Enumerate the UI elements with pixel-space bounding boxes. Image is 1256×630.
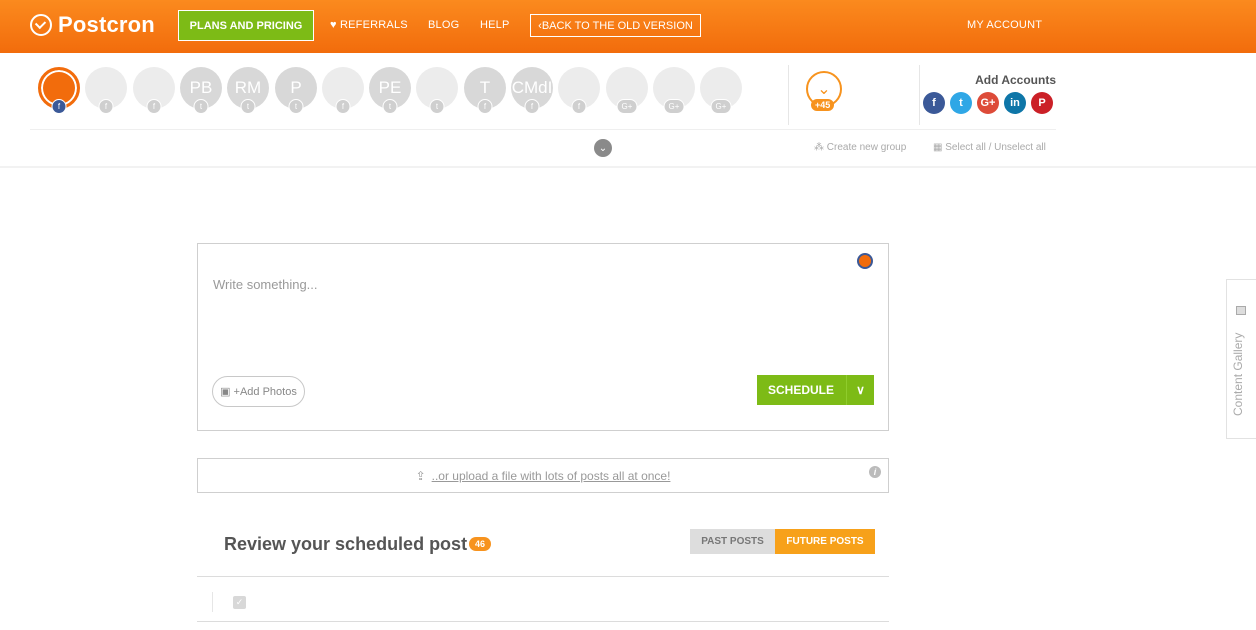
group-icon: ⁂ (814, 142, 824, 153)
back-to-old-version-button[interactable]: ‹ BACK TO THE OLD VERSION (530, 14, 701, 37)
bulk-upload-bar[interactable]: ⇪ ..or upload a file with lots of posts … (197, 458, 889, 493)
network-badge: G+ (710, 99, 732, 114)
divider (919, 65, 920, 125)
network-badge: f (477, 99, 493, 114)
back-label: BACK TO THE OLD VERSION (541, 19, 693, 32)
divider (197, 576, 889, 577)
account-avatar[interactable]: f (133, 67, 175, 129)
account-avatar[interactable]: PB t (180, 67, 222, 129)
more-accounts-button[interactable]: ⌄ +45 (806, 71, 844, 115)
account-avatar[interactable]: G+ (606, 67, 648, 129)
content-gallery-label: Content Gallery (1231, 332, 1245, 416)
network-badge: f (146, 99, 162, 114)
referrals-link[interactable]: ♥ REFERRALS (330, 19, 408, 31)
past-posts-tab[interactable]: PAST POSTS (690, 529, 775, 554)
account-avatar[interactable]: G+ (700, 67, 742, 129)
add-photos-button[interactable]: ▣ +Add Photos (212, 376, 305, 407)
divider (212, 592, 213, 612)
network-badge: G+ (616, 99, 638, 114)
select-all-label: Select all / Unselect all (945, 142, 1046, 153)
referrals-label: REFERRALS (340, 19, 408, 31)
create-group-label: Create new group (826, 142, 907, 153)
network-badge: f (98, 99, 114, 114)
content-gallery-tab[interactable]: Content Gallery (1226, 279, 1256, 439)
top-navbar: Postcron PLANS AND PRICING ♥ REFERRALS B… (0, 0, 1256, 53)
chevron-down-icon[interactable]: ∨ (846, 375, 874, 405)
network-badge: t (193, 99, 209, 114)
account-avatar[interactable]: f (558, 67, 600, 129)
post-composer[interactable]: Write something... ▣ +Add Photos SCHEDUL… (197, 243, 889, 431)
my-account-link[interactable]: MY ACCOUNT (967, 19, 1042, 31)
pinterest-icon[interactable]: P (1031, 92, 1053, 114)
twitter-icon[interactable]: t (950, 92, 972, 114)
postcron-logo[interactable]: Postcron (30, 12, 155, 38)
postcron-logo-icon (30, 14, 52, 36)
network-badge: t (429, 99, 445, 114)
network-badge: f (51, 99, 67, 114)
divider (30, 129, 1056, 130)
account-avatar[interactable]: PE t (369, 67, 411, 129)
schedule-button[interactable]: SCHEDULE ∨ (757, 375, 874, 405)
more-accounts-count: +45 (811, 99, 835, 111)
network-badge: f (524, 99, 540, 114)
account-avatar[interactable]: t (416, 67, 458, 129)
accounts-bar: f f f PB t RM t Pt f PE t t Tf CMdI f f G+ G+ G+ ⌄ +45 Add… (0, 53, 1256, 168)
logo-text: Postcron (58, 12, 155, 37)
network-badge: t (288, 99, 304, 114)
network-badge: f (571, 99, 587, 114)
schedule-label: SCHEDULE (768, 383, 835, 397)
account-avatar-icon (857, 253, 873, 269)
add-accounts-title: Add Accounts (975, 73, 1056, 87)
divider (788, 65, 789, 125)
linkedin-icon[interactable]: in (1004, 92, 1026, 114)
network-badge: G+ (663, 99, 685, 114)
heart-icon: ♥ (330, 19, 337, 31)
account-avatar[interactable]: Tf (464, 67, 506, 129)
network-badge: t (382, 99, 398, 114)
account-avatar[interactable]: f (322, 67, 364, 129)
account-avatar[interactable]: CMdI f (511, 67, 553, 129)
future-posts-tab[interactable]: FUTURE POSTS (775, 529, 875, 554)
network-badge: t (240, 99, 256, 114)
account-avatar[interactable]: Pt (275, 67, 317, 129)
divider (197, 621, 889, 622)
select-all-link[interactable]: ▦ Select all / Unselect all (933, 142, 1046, 153)
create-group-link[interactable]: ⁂ Create new group (814, 142, 906, 153)
upload-icon: ⇪ (415, 468, 426, 483)
account-avatar[interactable]: RM t (227, 67, 269, 129)
account-avatar[interactable]: G+ (653, 67, 695, 129)
review-title: Review your scheduled post (224, 534, 468, 554)
camera-icon: ▣ (220, 386, 231, 398)
scheduled-count-badge: 46 (469, 537, 492, 551)
account-avatar[interactable]: f (38, 67, 80, 129)
plans-and-pricing-button[interactable]: PLANS AND PRICING (178, 10, 314, 41)
facebook-icon[interactable]: f (923, 92, 945, 114)
blog-link[interactable]: BLOG (428, 19, 459, 31)
account-avatar[interactable]: f (85, 67, 127, 129)
bulk-upload-link[interactable]: ..or upload a file with lots of posts al… (432, 469, 671, 483)
google-plus-icon[interactable]: G+ (977, 92, 999, 114)
grid-icon: ▦ (933, 142, 943, 153)
help-link[interactable]: HELP (480, 19, 510, 31)
post-text-input[interactable]: Write something... (213, 277, 318, 292)
info-icon[interactable]: i (869, 466, 881, 478)
add-photos-label: +Add Photos (233, 385, 297, 398)
expand-accounts-button[interactable]: ⌄ (594, 139, 612, 157)
select-post-checkbox[interactable]: ✓ (233, 596, 246, 609)
network-badge: f (335, 99, 351, 114)
gallery-icon (1236, 306, 1246, 315)
